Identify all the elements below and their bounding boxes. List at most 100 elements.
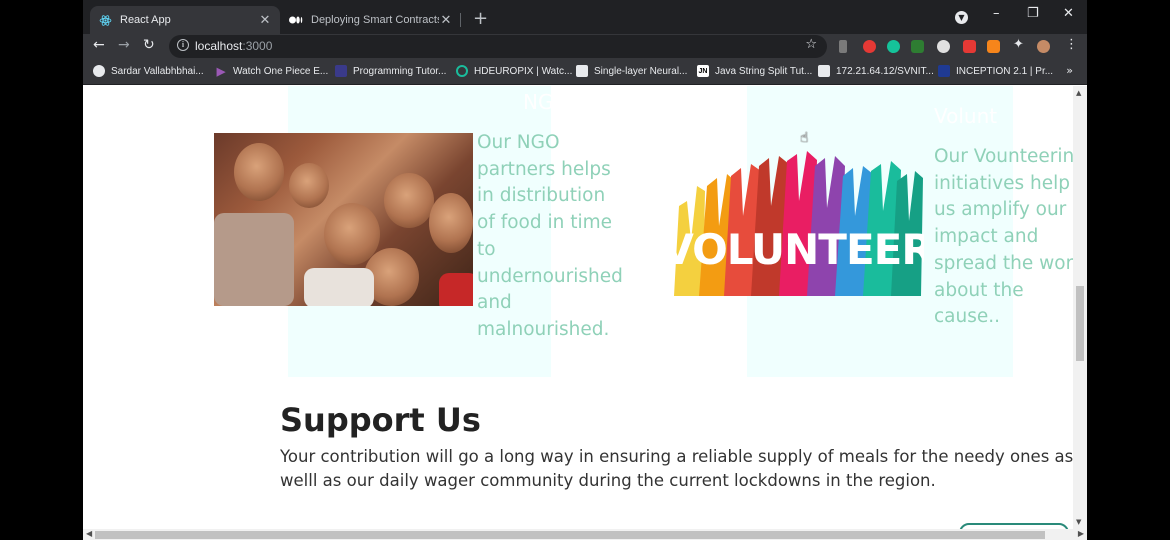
card-text-line: of food in time — [477, 212, 613, 234]
card-text-line: cause.. — [934, 306, 1001, 328]
photo-detail — [304, 268, 374, 306]
react-icon — [98, 13, 112, 27]
bookmark-item[interactable]: INCEPTION 2.1 | Pr... — [938, 65, 1053, 77]
bookmark-item[interactable]: 172.21.64.12/SVNIT... — [818, 65, 934, 77]
card-title: Volunt — [934, 104, 998, 128]
browser-window: React App ✕ Deploying Smart Contracts wi… — [83, 0, 1087, 540]
tab-separator — [460, 13, 461, 27]
browser-toolbar: ← → ↻ i localhost:3000 ☆ ✦ ⋮ — [83, 34, 1087, 59]
vertical-scrollbar-thumb[interactable] — [1076, 286, 1084, 361]
bookmark-item[interactable]: ▶ Watch One Piece E... — [215, 65, 329, 78]
url-host: localhost — [195, 39, 243, 53]
scroll-left-arrow-icon[interactable]: ◀ — [86, 529, 92, 538]
photo-detail — [439, 273, 473, 306]
menu-kebab-icon[interactable]: ⋮ — [1065, 37, 1078, 52]
extension-gift-icon[interactable] — [963, 40, 976, 53]
raised-hands-graphic — [674, 151, 923, 296]
card-text: Our NGO partners helps in distribution o… — [477, 130, 623, 344]
site-icon — [335, 65, 347, 77]
bookmark-label: INCEPTION 2.1 | Pr... — [956, 65, 1054, 77]
card-text-line: to — [477, 238, 496, 260]
mouse-cursor: ☝ — [800, 130, 809, 146]
card-text-line: partners helps — [477, 158, 611, 180]
photo-detail — [429, 193, 473, 253]
globe-icon — [93, 65, 105, 77]
horizontal-scrollbar-thumb[interactable] — [95, 531, 1045, 539]
bookmark-label: 172.21.64.12/SVNIT... — [836, 65, 934, 77]
volunteer-image-text: VOLUNTEER — [669, 225, 924, 274]
photo-detail — [234, 143, 284, 201]
back-arrow-icon[interactable]: ← — [93, 37, 105, 53]
address-bar[interactable]: i localhost:3000 ☆ — [169, 35, 827, 58]
card-text-line: initiatives help — [934, 172, 1070, 194]
support-description: Your contribution will go a long way in … — [280, 447, 1073, 490]
tab-close-icon[interactable]: ✕ — [258, 12, 272, 28]
close-window-button[interactable]: ✕ — [1063, 6, 1074, 21]
card-text-line: undernourished — [477, 265, 623, 287]
tab-search-icon[interactable]: ▼ — [955, 11, 968, 24]
card-title: NG — [523, 90, 554, 114]
card-text-line: and — [477, 292, 512, 314]
doc-icon — [576, 65, 588, 77]
grammarly-icon[interactable] — [887, 40, 900, 53]
tab-deploying-smart-contracts[interactable]: Deploying Smart Contracts with ✕ — [281, 6, 461, 34]
bookmark-item[interactable]: JN Java String Split Tut... — [697, 65, 812, 77]
tab-strip: React App ✕ Deploying Smart Contracts wi… — [83, 0, 1087, 34]
card-text-line: us amplify our — [934, 199, 1067, 221]
bookmark-item[interactable]: HDEUROPIX | Watc... — [456, 65, 572, 77]
bookmark-label: Sardar Vallabhbhai... — [111, 65, 204, 77]
site-info-icon[interactable]: i — [177, 39, 189, 51]
circle-icon — [456, 65, 468, 77]
volunteer-image: VOLUNTEER — [669, 151, 924, 296]
card-text: Our Vounteering initiatives help us ampl… — [934, 144, 1073, 331]
restore-button[interactable]: ❐ — [1027, 6, 1039, 21]
bookmarks-bar: Sardar Vallabhbhai... ▶ Watch One Piece … — [83, 59, 1087, 85]
photo-detail — [289, 163, 329, 208]
scroll-down-arrow-icon[interactable]: ▼ — [1076, 518, 1081, 526]
minimize-button[interactable]: – — [993, 6, 1000, 21]
bookmark-star-icon[interactable]: ☆ — [805, 37, 817, 52]
jn-icon: JN — [697, 65, 709, 77]
extensions-puzzle-icon[interactable]: ✦ — [1013, 37, 1026, 52]
extension-tree-icon[interactable] — [911, 40, 924, 53]
bookmark-label: Programming Tutor... — [353, 65, 447, 77]
play-icon: ▶ — [216, 65, 226, 78]
bookmark-label: Java String Split Tut... — [715, 65, 813, 77]
site-icon — [938, 65, 950, 77]
scroll-right-arrow-icon[interactable]: ▶ — [1078, 529, 1084, 538]
metamask-icon[interactable] — [987, 40, 1000, 53]
address-url[interactable]: localhost:3000 — [195, 39, 272, 53]
card-text-line: in distribution — [477, 185, 606, 207]
extension-icon[interactable] — [839, 40, 847, 53]
tab-close-icon[interactable]: ✕ — [439, 12, 453, 28]
reload-icon[interactable]: ↻ — [143, 37, 155, 53]
card-text-line: impact and — [934, 226, 1039, 248]
scroll-up-arrow-icon[interactable]: ▲ — [1076, 89, 1081, 97]
bookmark-item[interactable]: Programming Tutor... — [335, 65, 446, 77]
forward-arrow-icon[interactable]: → — [118, 37, 130, 53]
tab-react-app[interactable]: React App ✕ — [90, 6, 280, 34]
bookmarks-overflow-button[interactable]: » — [1066, 64, 1073, 77]
page-icon — [818, 65, 830, 77]
medium-icon — [289, 13, 303, 27]
photo-detail — [214, 213, 294, 306]
card-text-line: Our Vounteering — [934, 146, 1073, 167]
card-text-line: spread the word — [934, 252, 1073, 274]
vertical-scrollbar[interactable]: ▲ ▼ — [1073, 86, 1087, 529]
tab-title: React App — [120, 14, 171, 26]
new-tab-button[interactable]: + — [473, 8, 488, 29]
profile-avatar[interactable] — [1037, 40, 1050, 53]
url-port: :3000 — [242, 39, 273, 53]
card-text-line: Our NGO — [477, 132, 560, 153]
page-content: NG Volunt Our NGO partners helps in dist… — [83, 86, 1073, 529]
extension-red-icon[interactable] — [863, 40, 876, 53]
children-photo — [214, 133, 473, 306]
card-text-line: about the — [934, 279, 1024, 301]
extension-circle-icon[interactable] — [937, 40, 950, 53]
bookmark-label: Watch One Piece E... — [233, 65, 329, 77]
bookmark-item[interactable]: Sardar Vallabhbhai... — [93, 65, 204, 77]
bookmark-item[interactable]: Single-layer Neural... — [576, 65, 687, 77]
support-title: Support Us — [280, 401, 481, 439]
photo-detail — [384, 173, 434, 228]
horizontal-scrollbar[interactable]: ◀ ▶ — [83, 529, 1087, 540]
